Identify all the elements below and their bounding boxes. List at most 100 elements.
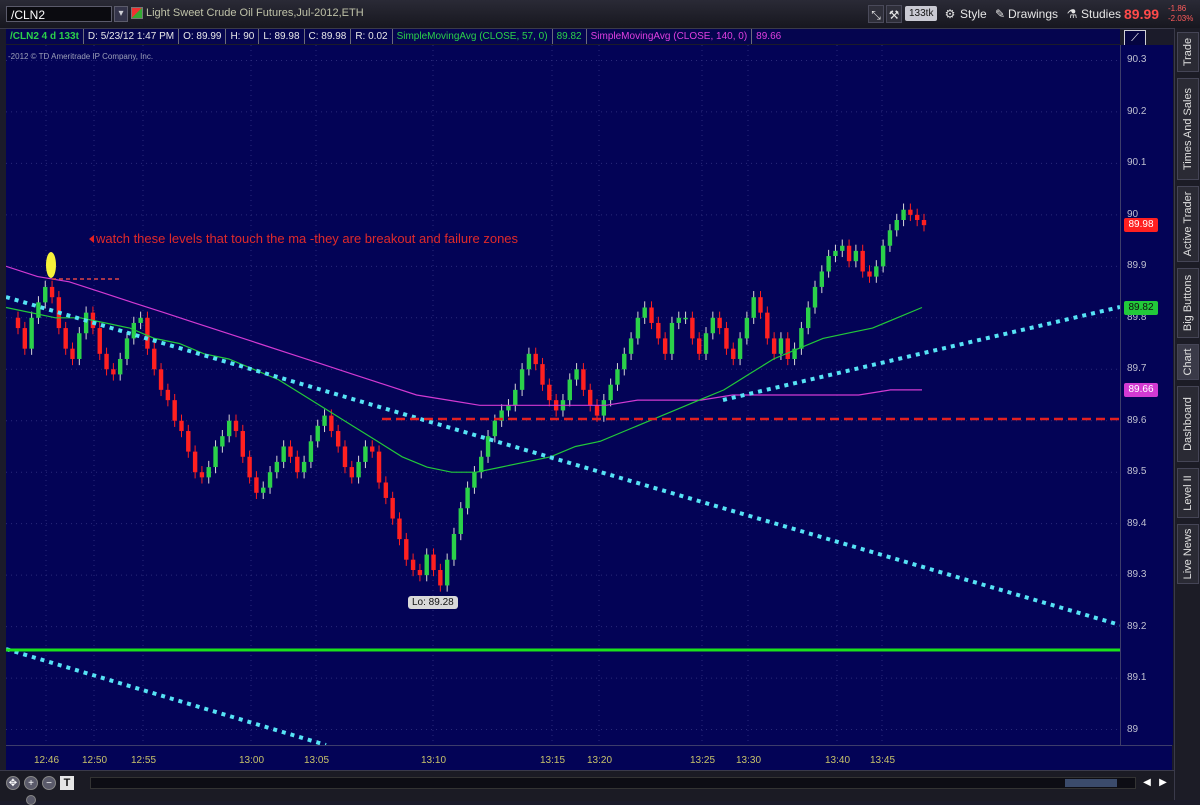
candle-down [417, 570, 423, 576]
candle-down [846, 245, 852, 262]
candle-down [390, 497, 395, 519]
period-label[interactable]: /CLN2 4 d 133t [6, 29, 84, 44]
candle-down [329, 415, 334, 432]
candle-up [322, 415, 327, 426]
candle-up [77, 333, 82, 359]
candle-up [894, 220, 899, 231]
chart-info-bar: /CLN2 4 d 133t D: 5/23/12 1:47 PM O: 89.99… [6, 29, 1120, 44]
candle-down [233, 420, 239, 432]
drawing-tool-icon[interactable]: ⤡ [868, 5, 884, 23]
candle-down [247, 456, 252, 478]
aggregation-badge[interactable]: 133tk [905, 6, 938, 21]
link-color-icon[interactable] [131, 7, 143, 19]
tab-live-news-label: Live News [1182, 528, 1194, 580]
candle-down [914, 214, 920, 220]
scrollbar-thumb[interactable] [1065, 779, 1117, 787]
studies-button[interactable]: Studies [1077, 5, 1125, 23]
candle-down [410, 559, 416, 570]
symbol-dropdown-button[interactable]: ▾ [114, 6, 128, 22]
x-tick-label: 13:00 [239, 755, 265, 766]
close-value: C: 89.98 [305, 29, 352, 44]
symbol-input[interactable]: /CLN2 [6, 6, 112, 22]
scroll-left-icon[interactable]: ◀ [1140, 776, 1154, 790]
horizontal-scrollbar[interactable] [90, 777, 1136, 789]
candle-down [383, 482, 389, 498]
candle-up [744, 317, 750, 339]
zoom-in-icon[interactable]: + [24, 776, 38, 790]
candle-up [737, 338, 743, 359]
tab-level-ii[interactable]: Level II [1177, 468, 1199, 518]
x-tick-label: 13:05 [304, 755, 330, 766]
candle-down [431, 554, 436, 570]
candle-down [771, 338, 777, 354]
x-tick-label: 13:15 [540, 755, 566, 766]
range-value: R: 0.02 [351, 29, 393, 44]
candle-down [649, 307, 654, 323]
sma140-value: 89.66 [756, 31, 782, 42]
candle-down [22, 328, 28, 349]
candle-up [356, 461, 361, 478]
candle-up [274, 461, 280, 473]
tab-trade[interactable]: Trade [1177, 32, 1199, 72]
candle-up [880, 245, 886, 267]
candle-down [533, 353, 538, 365]
candle-up [805, 307, 811, 329]
candle-up [315, 425, 320, 442]
candle-up [901, 209, 906, 220]
drawings-button[interactable]: Drawings [1004, 5, 1062, 23]
candle-up [683, 317, 688, 320]
candle-up [506, 405, 511, 411]
candle-up [424, 554, 429, 576]
sma57-label[interactable]: SimpleMovingAvg (CLOSE, 57, 0) [393, 29, 553, 44]
candle-up [308, 441, 314, 462]
candle-down [438, 570, 443, 586]
candle-down [908, 209, 913, 215]
candle-down [145, 317, 150, 349]
candle-down [662, 338, 668, 354]
candle-down [724, 328, 729, 349]
x-tick-label: 13:40 [825, 755, 851, 766]
y-tick-label: 89.4 [1127, 517, 1147, 529]
candle-up [29, 317, 34, 349]
bottom-toolbar: ✥ + − T ◀ ▶ [0, 770, 1174, 805]
wrench-icon[interactable]: ⚒ [886, 5, 902, 23]
candle-down [540, 364, 545, 385]
candle-down [97, 328, 102, 354]
percent-change: -2.03% [1168, 14, 1194, 23]
candle-up [526, 353, 532, 370]
tab-chart[interactable]: Chart [1177, 344, 1199, 380]
tab-dashboard[interactable]: Dashboard [1177, 386, 1199, 462]
chart-settings-icon[interactable]: ⟋ [1124, 30, 1146, 46]
pan-icon[interactable]: ✥ [6, 776, 20, 790]
price-axis[interactable]: 90.3 90.2 90.1 90 89.9 89.8 89.7 89.6 89.5 89.4 89… [1120, 45, 1173, 745]
candle-up [669, 322, 675, 354]
text-tool-icon[interactable]: T [60, 776, 74, 790]
price-chart[interactable]: -2012 © TD Ameritrade IP Company, Inc. w… [6, 45, 1120, 745]
x-tick-label: 12:50 [82, 755, 108, 766]
tab-chart-label: Chart [1182, 348, 1194, 376]
candle-up [261, 487, 266, 493]
candle-up [778, 338, 784, 354]
candle-up [458, 508, 463, 534]
candle-up [492, 420, 498, 437]
candle-up [799, 328, 804, 349]
tab-times-and-sales[interactable]: Times And Sales [1177, 78, 1199, 180]
time-axis[interactable]: 12:46 12:50 12:55 13:00 13:05 13:10 13:15 13:20… [6, 745, 1172, 771]
candle-down [288, 446, 293, 457]
candle-up [710, 317, 716, 334]
expand-icon[interactable] [26, 795, 36, 805]
tab-big-buttons-label: Big Buttons [1182, 274, 1194, 332]
tab-big-buttons[interactable]: Big Buttons [1177, 268, 1199, 338]
candle-down [111, 369, 116, 375]
candle-down [690, 317, 695, 339]
high-value: H: 90 [226, 29, 260, 44]
candle-up [513, 389, 518, 406]
tab-live-news[interactable]: Live News [1177, 524, 1199, 584]
style-button[interactable]: Style [956, 5, 991, 23]
tab-active-trader[interactable]: Active Trader [1177, 186, 1199, 262]
zoom-out-icon[interactable]: − [42, 776, 56, 790]
scroll-right-icon[interactable]: ▶ [1156, 776, 1170, 790]
candle-up [676, 317, 681, 323]
sma140-label[interactable]: SimpleMovingAvg (CLOSE, 140, 0) [587, 29, 753, 44]
candle-up [213, 446, 218, 468]
